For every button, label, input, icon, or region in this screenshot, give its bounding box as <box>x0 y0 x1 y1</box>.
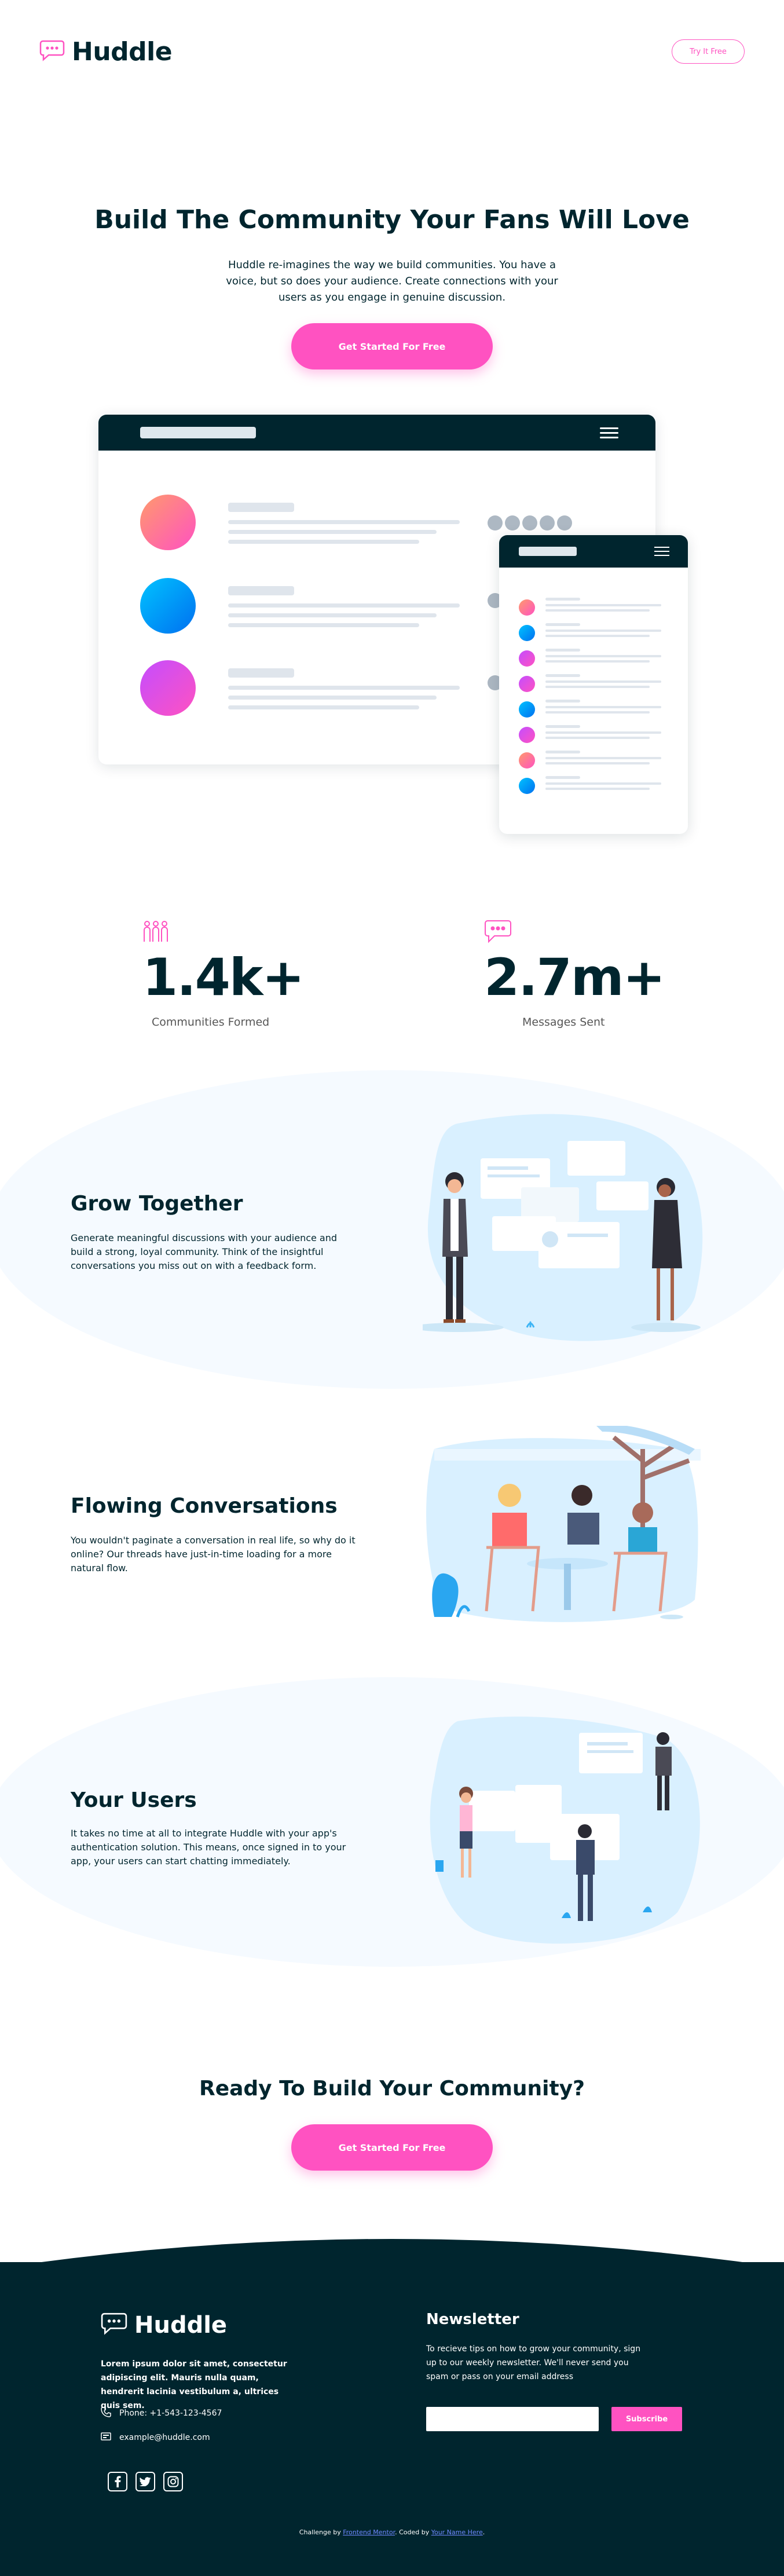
mockup-row <box>140 578 460 634</box>
cta-title: Ready To Build Your Community? <box>199 2077 585 2101</box>
try-it-free-button[interactable]: Try It Free <box>672 39 745 64</box>
mockup-browser-bar <box>98 415 655 451</box>
get-started-button[interactable]: Get Started For Free <box>291 2124 493 2171</box>
stat-messages-value: 2.7m+ <box>484 947 665 1007</box>
mockup-avatar <box>140 660 196 716</box>
stat-communities-value: 1.4k+ <box>142 947 305 1007</box>
feature-title: Grow Together <box>71 1192 243 1216</box>
phone-icon <box>101 2407 111 2420</box>
attribution-middle: . Coded by <box>395 2529 430 2536</box>
feature-description: You wouldn't paginate a conversation in … <box>71 1535 356 1574</box>
footer-email-text: example@huddle.com <box>119 2433 210 2442</box>
hero-description: Huddle re-imagines the way we build comm… <box>226 259 558 303</box>
header-logo[interactable]: Huddle <box>39 37 173 67</box>
footer-phone-text: Phone: +1-543-123-4567 <box>119 2409 222 2418</box>
get-started-button[interactable]: Get Started For Free <box>291 323 493 369</box>
twitter-icon[interactable] <box>135 2472 155 2491</box>
footer-email[interactable]: example@huddle.com <box>101 2432 210 2443</box>
newsletter-email-input[interactable] <box>426 2407 599 2431</box>
author-link[interactable]: Your Name Here <box>431 2529 483 2536</box>
newsletter-description: To recieve tips on how to grow your comm… <box>426 2344 641 2381</box>
grow-together-illustration <box>411 1112 712 1352</box>
facebook-icon[interactable] <box>108 2472 127 2491</box>
email-icon <box>101 2432 111 2443</box>
instagram-icon[interactable] <box>163 2472 183 2491</box>
mockup-mobile-bar <box>499 535 688 568</box>
footer-phone: Phone: +1-543-123-4567 <box>101 2407 222 2420</box>
your-users-illustration <box>423 1715 712 1949</box>
feature-title: Flowing Conversations <box>71 1494 338 1518</box>
stat-communities-label: Communities Formed <box>152 1016 270 1029</box>
attribution-suffix: . <box>482 2529 485 2536</box>
mockup-avatar <box>140 495 196 550</box>
mockup-row <box>140 660 460 716</box>
footer-logo[interactable]: Huddle <box>101 2312 227 2339</box>
stat-messages-label: Messages Sent <box>522 1016 605 1029</box>
footer-about-text: Lorem ipsum dolor sit amet, consectetur … <box>101 2359 287 2410</box>
newsletter-title: Newsletter <box>426 2311 519 2328</box>
logo-text: Huddle <box>72 37 173 67</box>
feature-title: Your Users <box>71 1788 197 1812</box>
messages-icon <box>484 920 512 946</box>
hero-title: Build The Community Your Fans Will Love <box>94 205 690 235</box>
subscribe-button[interactable]: Subscribe <box>611 2407 682 2431</box>
communities-icon <box>142 920 169 945</box>
mockup-row <box>140 495 460 550</box>
hamburger-icon <box>654 547 669 559</box>
flowing-conversations-illustration <box>423 1425 712 1637</box>
mockup-avatar <box>140 578 196 634</box>
hamburger-icon <box>600 427 618 441</box>
chat-bubble-icon <box>101 2312 127 2339</box>
feature-description: Generate meaningful discussions with you… <box>71 1232 338 1271</box>
chat-bubble-icon <box>39 39 65 65</box>
mockup-url-bar <box>140 427 256 438</box>
feature-description: It takes no time at all to integrate Hud… <box>71 1828 346 1867</box>
footer-logo-text: Huddle <box>134 2312 228 2339</box>
mobile-mockup-illustration <box>499 535 688 834</box>
attribution-prefix: Challenge by <box>299 2529 341 2536</box>
attribution: Challenge by Frontend Mentor. Coded by Y… <box>0 2529 784 2536</box>
frontend-mentor-link[interactable]: Frontend Mentor <box>343 2529 395 2536</box>
